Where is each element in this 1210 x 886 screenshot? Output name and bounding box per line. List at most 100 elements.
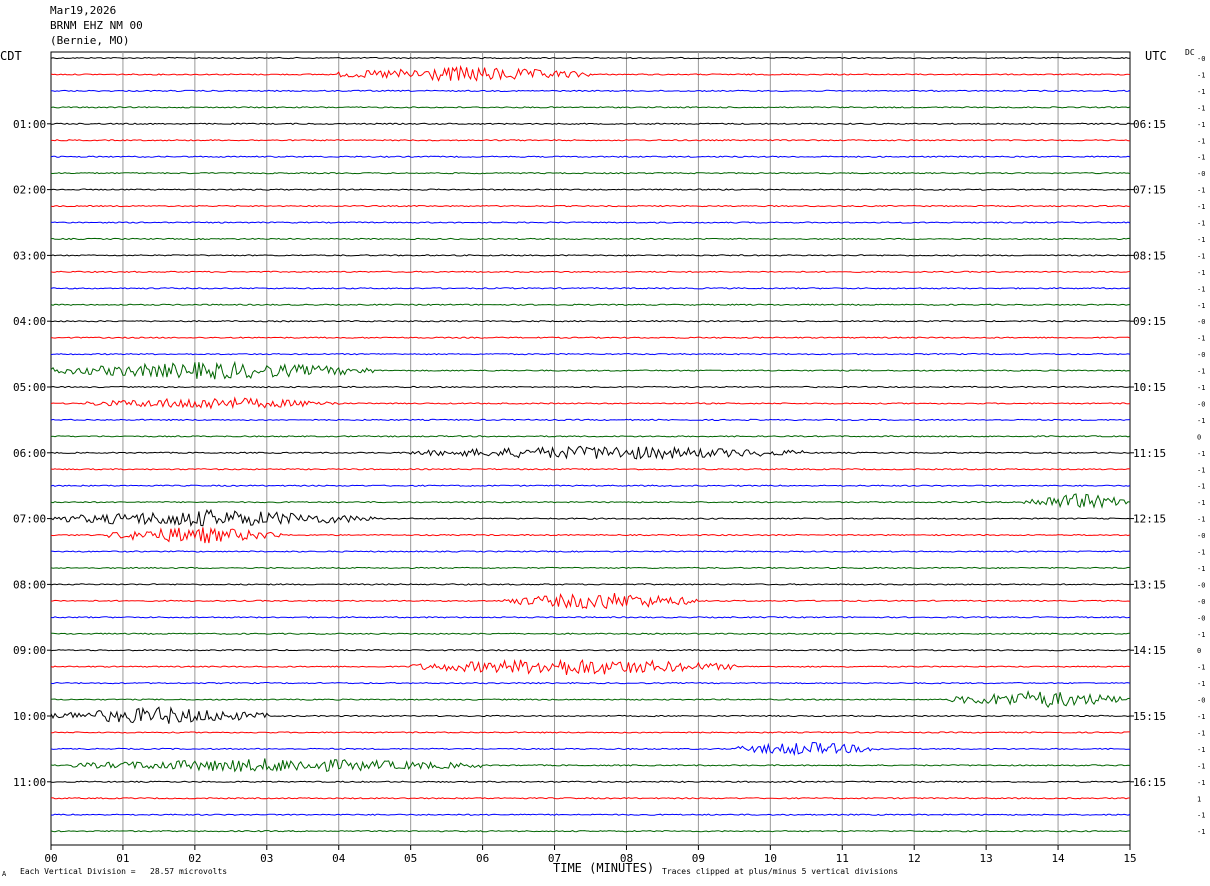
trace-40 bbox=[50, 706, 1131, 724]
right-hour-label: 08:15 bbox=[1133, 249, 1166, 262]
dc-offset-label: -0 bbox=[1197, 697, 1205, 705]
trace-8 bbox=[50, 188, 1131, 191]
trace-16 bbox=[50, 320, 1131, 323]
trace-2 bbox=[50, 89, 1131, 93]
trace-36 bbox=[50, 649, 1131, 652]
trace-47 bbox=[50, 830, 1131, 833]
dc-offset-label: -1 bbox=[1197, 368, 1205, 376]
x-axis-title: TIME (MINUTES) bbox=[553, 861, 655, 875]
trace-15 bbox=[50, 303, 1131, 306]
trace-24 bbox=[50, 445, 1131, 460]
dc-offset-label: -1 bbox=[1197, 713, 1205, 721]
dc-offset-label: -1 bbox=[1197, 746, 1205, 754]
dc-offset-label: 1 bbox=[1197, 795, 1201, 803]
left-hour-label: 03:00 bbox=[13, 249, 46, 262]
trace-6 bbox=[50, 155, 1131, 158]
left-hour-label: 01:00 bbox=[13, 118, 46, 131]
dc-offset-label: -0 bbox=[1197, 351, 1205, 359]
x-tick-label: 11 bbox=[836, 852, 849, 865]
trace-20 bbox=[50, 385, 1131, 389]
right-hour-label: 15:15 bbox=[1133, 710, 1166, 723]
trace-25 bbox=[50, 468, 1131, 471]
trace-5 bbox=[51, 139, 1131, 142]
dc-offset-label: -1 bbox=[1197, 187, 1205, 195]
trace-26 bbox=[50, 484, 1131, 487]
trace-1 bbox=[50, 64, 1131, 82]
x-tick-label: 14 bbox=[1051, 852, 1065, 865]
dc-offset-label: -0 bbox=[1197, 581, 1205, 589]
dc-offset-label: -1 bbox=[1197, 154, 1205, 162]
trace-37 bbox=[50, 658, 1131, 676]
dc-offset-label: -0 bbox=[1197, 400, 1205, 408]
dc-offset-label: -1 bbox=[1197, 104, 1205, 112]
trace-27 bbox=[50, 493, 1131, 509]
x-tick-label: 09 bbox=[692, 852, 705, 865]
dc-offset-label: -1 bbox=[1197, 220, 1205, 228]
left-hour-label: 02:00 bbox=[13, 184, 46, 197]
dc-offset-label: -1 bbox=[1197, 88, 1205, 96]
trace-43 bbox=[50, 758, 1131, 773]
trace-41 bbox=[50, 731, 1130, 734]
dc-offset-label: -1 bbox=[1197, 483, 1205, 491]
trace-14 bbox=[50, 287, 1130, 290]
trace-7 bbox=[50, 172, 1131, 175]
x-tick-label: 06 bbox=[476, 852, 489, 865]
right-hour-label: 10:15 bbox=[1133, 381, 1166, 394]
dc-offset-label: -1 bbox=[1197, 252, 1205, 260]
dc-offset-label: -1 bbox=[1197, 828, 1205, 836]
trace-29 bbox=[50, 526, 1131, 544]
dc-offset-label: -1 bbox=[1197, 762, 1205, 770]
dc-offset-label: -1 bbox=[1197, 335, 1205, 343]
right-hour-label: 13:15 bbox=[1133, 578, 1166, 591]
right-hour-label: 07:15 bbox=[1133, 184, 1166, 197]
trace-42 bbox=[50, 741, 1131, 757]
right-hour-label: 14:15 bbox=[1133, 644, 1166, 657]
trace-28 bbox=[50, 508, 1131, 527]
trace-9 bbox=[50, 204, 1130, 208]
helicorder-plot: 00 01 02 03 04 05 06 07 08 09 10 11 12 13 14 15-0-1-1-1… bbox=[13, 51, 1205, 865]
left-hour-label: 04:00 bbox=[13, 315, 46, 328]
dc-offset-label: -0 bbox=[1197, 614, 1205, 622]
trace-4 bbox=[50, 122, 1131, 125]
dc-offset-label: -1 bbox=[1197, 285, 1205, 293]
dc-offset-label: -1 bbox=[1197, 779, 1205, 787]
trace-12 bbox=[50, 254, 1131, 257]
right-hour-label: 06:15 bbox=[1133, 118, 1166, 131]
dc-offset-label: -1 bbox=[1197, 664, 1205, 672]
trace-35 bbox=[50, 632, 1131, 635]
x-tick-label: 10 bbox=[764, 852, 777, 865]
dc-offset-label: -1 bbox=[1197, 384, 1205, 392]
dc-offset-label: 0 bbox=[1197, 433, 1201, 441]
trace-31 bbox=[50, 566, 1131, 570]
x-tick-label: 12 bbox=[908, 852, 921, 865]
left-hour-label: 05:00 bbox=[13, 381, 46, 394]
trace-44 bbox=[50, 780, 1130, 783]
dc-offset-label: -1 bbox=[1197, 466, 1205, 474]
dc-offset-label: -1 bbox=[1197, 565, 1205, 573]
x-tick-label: 05 bbox=[404, 852, 417, 865]
trace-32 bbox=[50, 583, 1131, 586]
dc-offset-label: -1 bbox=[1197, 121, 1205, 129]
dc-offset-label: -1 bbox=[1197, 549, 1205, 557]
x-tick-label: 04 bbox=[332, 852, 346, 865]
dc-offset-label: -0 bbox=[1197, 318, 1205, 326]
dc-offset-label: -1 bbox=[1197, 729, 1205, 737]
left-hour-label: 07:00 bbox=[13, 513, 46, 526]
dc-offset-label: -1 bbox=[1197, 236, 1205, 244]
trace-21 bbox=[50, 396, 1131, 410]
x-tick-label: 03 bbox=[260, 852, 273, 865]
trace-34 bbox=[50, 616, 1131, 619]
trace-18 bbox=[50, 352, 1131, 356]
trace-33 bbox=[50, 592, 1131, 610]
dc-offset-label: 0 bbox=[1197, 647, 1201, 655]
dc-offset-label: -0 bbox=[1197, 598, 1205, 606]
trace-23 bbox=[50, 435, 1131, 438]
left-hour-label: 08:00 bbox=[13, 578, 46, 591]
dc-offset-label: -1 bbox=[1197, 516, 1205, 524]
dc-offset-label: -0 bbox=[1197, 55, 1205, 63]
trace-3 bbox=[50, 106, 1131, 109]
left-hour-label: 09:00 bbox=[13, 644, 46, 657]
footer-mark: A bbox=[2, 870, 7, 878]
dc-offset-label: -1 bbox=[1197, 812, 1205, 820]
right-hour-label: 12:15 bbox=[1133, 513, 1166, 526]
